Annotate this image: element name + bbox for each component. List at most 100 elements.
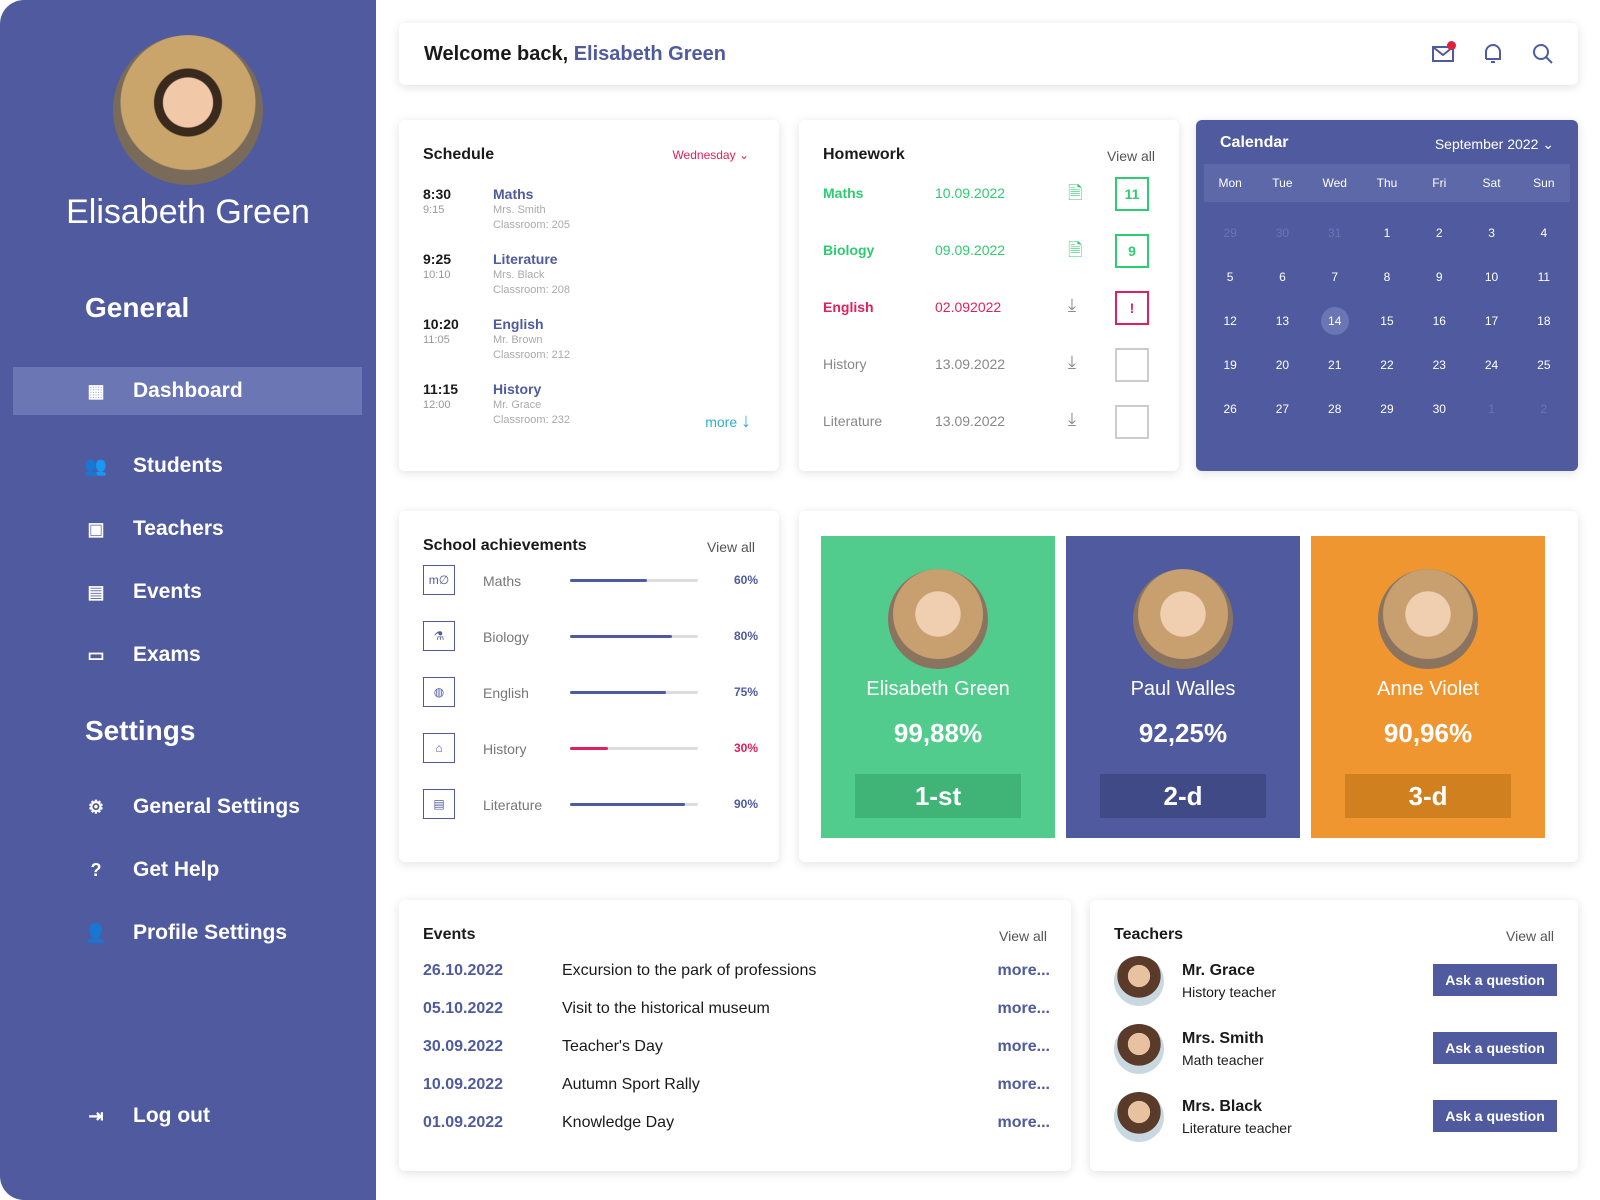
calendar-day[interactable]: 19 xyxy=(1204,358,1256,372)
achievement-percent: 75% xyxy=(733,685,758,699)
homework-subject: Biology xyxy=(823,242,875,258)
homework-date: 10.09.2022 xyxy=(935,185,1006,201)
calendar-day[interactable]: 16 xyxy=(1413,314,1465,335)
progress-fill xyxy=(570,747,609,750)
weekday-label: Fri xyxy=(1432,176,1447,190)
event-more-link[interactable]: more... xyxy=(998,1038,1050,1056)
sidebar-item-exams[interactable]: ▭ Exams xyxy=(13,631,362,679)
sidebar-item-dashboard[interactable]: ▦ Dashboard xyxy=(13,367,362,415)
calendar-day[interactable]: 27 xyxy=(1256,402,1308,416)
homework-view-all[interactable]: View all xyxy=(1107,148,1155,164)
weekday-label: Thu xyxy=(1376,176,1398,190)
student-score: 92,25% xyxy=(1138,718,1228,748)
search-icon[interactable] xyxy=(1528,39,1558,69)
homework-row[interactable]: Biology 09.09.2022 🗎 9 xyxy=(823,234,1153,268)
calendar-day[interactable]: 11 xyxy=(1518,270,1570,284)
student-name: Paul Walles xyxy=(1130,678,1236,700)
calendar-day[interactable]: 29 xyxy=(1204,226,1256,240)
download-icon[interactable]: ⤓ xyxy=(1068,352,1076,373)
top-student-card[interactable]: Elisabeth Green 99,88% 1-st xyxy=(821,536,1055,838)
sidebar-item-get-help[interactable]: ? Get Help xyxy=(13,846,362,894)
weekday-label: Sat xyxy=(1482,176,1501,190)
homework-grade-box xyxy=(1115,405,1149,439)
download-icon[interactable]: ⤓ xyxy=(1068,409,1076,430)
calendar-day[interactable]: 22 xyxy=(1361,358,1413,372)
event-more-link[interactable]: more... xyxy=(998,1000,1050,1018)
calendar-day[interactable]: 1 xyxy=(1361,226,1413,240)
calendar-day[interactable]: 7 xyxy=(1309,270,1361,284)
calendar-day[interactable]: 21 xyxy=(1309,358,1361,372)
events-icon: ▤ xyxy=(87,581,105,602)
calendar-day[interactable]: 12 xyxy=(1204,314,1256,335)
calendar-day[interactable]: 15 xyxy=(1361,314,1413,335)
calendar-day[interactable]: 20 xyxy=(1256,358,1308,372)
calendar-day[interactable]: 2 xyxy=(1518,402,1570,416)
download-icon[interactable]: ⤓ xyxy=(1068,295,1076,316)
logout-button[interactable]: ⇥ Log out xyxy=(13,1092,362,1140)
calendar-day[interactable]: 4 xyxy=(1518,226,1570,240)
calendar-day[interactable]: 17 xyxy=(1465,314,1517,335)
sidebar: Elisabeth Green General ▦ Dashboard 👥 Stud… xyxy=(0,0,376,1200)
globe-icon: ◍ xyxy=(423,677,455,707)
calendar-day[interactable]: 3 xyxy=(1465,226,1517,240)
calendar-day[interactable]: 8 xyxy=(1361,270,1413,284)
ask-question-button[interactable]: Ask a question xyxy=(1433,964,1557,996)
calendar-day[interactable]: 28 xyxy=(1309,402,1361,416)
homework-row[interactable]: History 13.09.2022 ⤓ xyxy=(823,348,1153,382)
top-students-card: Elisabeth Green 99,88% 1-st Paul Walles 92,2… xyxy=(799,511,1578,862)
sidebar-item-students[interactable]: 👥 Students xyxy=(13,442,362,490)
event-more-link[interactable]: more... xyxy=(998,1076,1050,1094)
calendar-day[interactable]: 29 xyxy=(1361,402,1413,416)
homework-row[interactable]: Maths 10.09.2022 🗎 11 xyxy=(823,177,1153,211)
mail-icon[interactable] xyxy=(1428,39,1458,69)
header-bar: Welcome back, Elisabeth Green xyxy=(399,23,1578,85)
calendar-day[interactable]: 5 xyxy=(1204,270,1256,284)
calendar-day[interactable]: 6 xyxy=(1256,270,1308,284)
progress-fill xyxy=(570,635,673,638)
calendar-day[interactable]: 26 xyxy=(1204,402,1256,416)
event-name: Visit to the historical museum xyxy=(562,1000,770,1017)
bell-icon[interactable] xyxy=(1478,39,1508,69)
top-student-card[interactable]: Anne Violet 90,96% 3-d xyxy=(1311,536,1545,838)
calendar-day[interactable]: 13 xyxy=(1256,314,1308,335)
calendar-day[interactable]: 1 xyxy=(1465,402,1517,416)
schedule-more-link[interactable]: more ↓ xyxy=(705,410,751,433)
teacher-name: Mr. Grace xyxy=(1182,962,1255,979)
events-view-all[interactable]: View all xyxy=(999,928,1047,944)
calendar-day[interactable]: 23 xyxy=(1413,358,1465,372)
calendar-day[interactable]: 30 xyxy=(1413,402,1465,416)
calendar-day-cell[interactable]: 14 xyxy=(1309,307,1361,335)
calendar-day[interactable]: 10 xyxy=(1465,270,1517,284)
sidebar-item-events[interactable]: ▤ Events xyxy=(13,568,362,616)
homework-row[interactable]: Literature 13.09.2022 ⤓ xyxy=(823,405,1153,439)
calendar-day[interactable]: 30 xyxy=(1256,226,1308,240)
teachers-view-all[interactable]: View all xyxy=(1506,928,1554,944)
file-icon[interactable]: 🗎 xyxy=(1068,238,1082,268)
event-more-link[interactable]: more... xyxy=(998,1114,1050,1132)
schedule-day-dropdown[interactable]: Wednesday ⌄ xyxy=(672,148,749,162)
maths-icon: m∅ xyxy=(423,565,455,595)
ask-question-button[interactable]: Ask a question xyxy=(1433,1032,1557,1064)
sidebar-item-profile-settings[interactable]: 👤 Profile Settings xyxy=(13,909,362,957)
calendar-day[interactable]: 9 xyxy=(1413,270,1465,284)
calendar-day[interactable]: 25 xyxy=(1518,358,1570,372)
top-student-card[interactable]: Paul Walles 92,25% 2-d xyxy=(1066,536,1300,838)
user-avatar[interactable] xyxy=(113,35,263,185)
sidebar-item-teachers[interactable]: ▣ Teachers xyxy=(13,505,362,553)
file-icon[interactable]: 🗎 xyxy=(1068,181,1082,211)
calendar-day[interactable]: 31 xyxy=(1309,226,1361,240)
event-more-link[interactable]: more... xyxy=(998,962,1050,980)
month-selector[interactable]: September 2022 ⌄ xyxy=(1435,136,1554,153)
ask-question-button[interactable]: Ask a question xyxy=(1433,1100,1557,1132)
homework-row[interactable]: English 02.092022 ⤓! xyxy=(823,291,1153,325)
calendar-day[interactable]: 2 xyxy=(1413,226,1465,240)
weekday-label: Wed xyxy=(1322,176,1347,190)
calendar-day[interactable]: 14 xyxy=(1320,307,1349,335)
students-icon: 👥 xyxy=(84,455,108,476)
calendar-day[interactable]: 18 xyxy=(1518,314,1570,335)
calendar-day[interactable]: 24 xyxy=(1465,358,1517,372)
teacher-role: History teacher xyxy=(1182,984,1277,1000)
achievements-view-all[interactable]: View all xyxy=(707,539,755,555)
sidebar-item-general-settings[interactable]: ⚙ General Settings xyxy=(13,783,362,831)
homework-grade-box: 11 xyxy=(1115,177,1149,211)
